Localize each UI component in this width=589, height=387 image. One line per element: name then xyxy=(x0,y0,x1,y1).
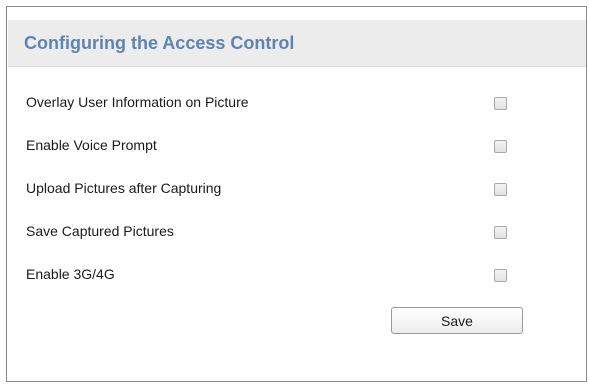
save-button[interactable]: Save xyxy=(391,307,523,334)
option-label-enable-3g4g: Enable 3G/4G xyxy=(26,266,115,282)
option-row-save-captured-pictures: Save Captured Pictures xyxy=(7,217,586,247)
option-label-overlay-user-info: Overlay User Information on Picture xyxy=(26,94,249,110)
voice-prompt-checkbox[interactable] xyxy=(494,140,507,153)
option-label-voice-prompt: Enable Voice Prompt xyxy=(26,137,157,153)
enable-3g4g-checkbox[interactable] xyxy=(494,269,507,282)
option-label-save-captured-pictures: Save Captured Pictures xyxy=(26,223,174,239)
option-row-overlay-user-info: Overlay User Information on Picture xyxy=(7,88,586,118)
save-captured-pictures-checkbox[interactable] xyxy=(494,226,507,239)
option-row-upload-pictures: Upload Pictures after Capturing xyxy=(7,174,586,204)
overlay-user-info-checkbox[interactable] xyxy=(494,97,507,110)
upload-pictures-checkbox[interactable] xyxy=(494,183,507,196)
option-row-voice-prompt: Enable Voice Prompt xyxy=(7,131,586,161)
option-label-upload-pictures: Upload Pictures after Capturing xyxy=(26,180,222,196)
option-row-enable-3g4g: Enable 3G/4G xyxy=(7,260,586,290)
panel-header: Configuring the Access Control xyxy=(8,20,586,67)
access-control-panel: Configuring the Access Control Overlay U… xyxy=(6,6,587,382)
page-title: Configuring the Access Control xyxy=(24,33,295,53)
